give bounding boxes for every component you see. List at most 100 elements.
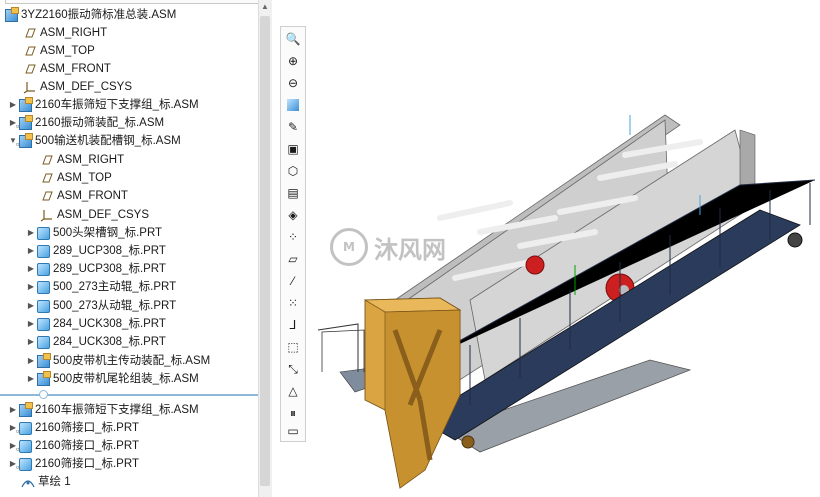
tree-item-screen-port-c[interactable]: ▶ ▫ 2160筛接口_标.PRT: [8, 455, 139, 473]
watermark-logo-icon: M: [330, 228, 368, 266]
spin-icon[interactable]: ⬚: [284, 338, 302, 356]
datum-plane-icon: [23, 26, 37, 40]
head-pulley: [461, 435, 475, 449]
tree-item-driven-roller[interactable]: ▶ 500_273从动辊_标.PRT: [26, 297, 176, 315]
tree-item-label: ASM_TOP: [57, 172, 112, 184]
zoom-in-icon[interactable]: ⊕: [284, 52, 302, 70]
insert-indicator-handle[interactable]: [39, 390, 48, 399]
tree-item-label: 500头架槽钢_标.PRT: [53, 227, 163, 239]
tree-item-asm-right[interactable]: ASM_RIGHT: [22, 24, 107, 42]
tree-item-screen-assembly[interactable]: ▶ ▫ 2160振动筛装配_标.ASM: [8, 114, 164, 132]
tree-item-asm-top[interactable]: ASM_TOP: [22, 42, 95, 60]
tree-item-label: ASM_DEF_CSYS: [57, 209, 150, 221]
tree-item-label: 2160筛接口_标.PRT: [35, 458, 139, 470]
tree-item-asm-def-csys[interactable]: ASM_DEF_CSYS: [22, 78, 132, 96]
triangle-icon[interactable]: △: [284, 382, 302, 400]
part-icon: ▫: [16, 439, 32, 454]
tree-item-support-group[interactable]: ▶ 2160车振筛短下支撑组_标.ASM: [8, 96, 199, 114]
tree-item-tail-wheel[interactable]: ▶ 500皮带机尾轮组装_标.ASM: [26, 370, 199, 388]
tree-item-label: 284_UCK308_标.PRT: [53, 318, 166, 330]
expand-arrow-icon[interactable]: ▶: [26, 242, 36, 260]
tree-item-asm-front-sub[interactable]: ASM_FRONT: [39, 187, 128, 205]
appearance-icon[interactable]: ⤡: [284, 360, 302, 378]
expand-arrow-icon[interactable]: ▶: [8, 96, 18, 114]
view-manager-icon[interactable]: ▤: [284, 184, 302, 202]
tree-item-screen-port-b[interactable]: ▶ ▫ 2160筛接口_标.PRT: [8, 437, 139, 455]
lock-icon: ▫: [16, 138, 20, 149]
tree-item-conveyor-assembly[interactable]: ▼ ▫ 500输送机装配槽钢_标.ASM: [8, 132, 181, 150]
tree-item-label: 500_273从动辊_标.PRT: [53, 300, 177, 312]
expand-arrow-icon[interactable]: ▶: [26, 315, 36, 333]
tree-item-screen-port-a[interactable]: ▶ ▫ 2160筛接口_标.PRT: [8, 419, 139, 437]
part-icon: [37, 244, 50, 258]
model-tree: 3YZ2160振动筛标准总装.ASM ASM_RIGHT ASM_TOP ASM…: [0, 0, 267, 497]
pause-icon[interactable]: ⏸: [284, 404, 302, 422]
axis-display-icon[interactable]: ▱: [284, 250, 302, 268]
datum-plane-icon: [23, 62, 37, 76]
tree-item-asm-right-sub[interactable]: ASM_RIGHT: [39, 151, 124, 169]
tree-item-drive-roller[interactable]: ▶ 500_273主动辊_标.PRT: [26, 278, 176, 296]
annotation-display-icon[interactable]: ⅃: [284, 316, 302, 334]
perspective-icon[interactable]: ◈: [284, 206, 302, 224]
zoom-fit-icon[interactable]: 🔍: [284, 30, 302, 48]
display-style-icon[interactable]: ▣: [284, 140, 302, 158]
csys-display-icon[interactable]: ⁙: [284, 294, 302, 312]
zoom-out-icon[interactable]: ⊖: [284, 74, 302, 92]
tree-item-ucp308-a[interactable]: ▶ 289_UCP308_标.PRT: [26, 242, 166, 260]
expand-arrow-icon[interactable]: ▶: [26, 278, 36, 296]
tree-item-label: ASM_RIGHT: [57, 154, 125, 166]
repaint-icon[interactable]: [284, 96, 302, 114]
expand-arrow-icon[interactable]: ▶: [26, 224, 36, 242]
tail-pulley: [787, 232, 803, 248]
part-icon: [37, 299, 50, 313]
tree-item-uck308-a[interactable]: ▶ 284_UCK308_标.PRT: [26, 315, 166, 333]
scroll-up-arrow-icon[interactable]: ▲: [258, 0, 272, 14]
tree-item-uck308-b[interactable]: ▶ 284_UCK308_标.PRT: [26, 333, 166, 351]
tree-item-head-frame[interactable]: ▶ 500头架槽钢_标.PRT: [26, 224, 162, 242]
lock-icon: ▫: [16, 461, 20, 472]
spin-center-icon[interactable]: ✎: [284, 118, 302, 136]
scrollbar-thumb[interactable]: [260, 16, 270, 486]
expand-arrow-icon[interactable]: ▶: [26, 370, 36, 388]
part-icon: [37, 335, 50, 349]
assembly-icon: [19, 401, 33, 417]
tree-item-label: ASM_DEF_CSYS: [40, 81, 133, 93]
datum-plane-icon: [23, 44, 37, 58]
tree-item-label: 3YZ2160振动筛标准总装.ASM: [21, 9, 177, 21]
tree-item-ucp308-b[interactable]: ▶ 289_UCP308_标.PRT: [26, 260, 166, 278]
point-display-icon[interactable]: ⁄: [284, 272, 302, 290]
exciter-wheel-rear: [525, 255, 545, 275]
expand-arrow-icon[interactable]: ▶: [8, 401, 18, 419]
saved-views-icon[interactable]: ⬡: [284, 162, 302, 180]
expand-arrow-icon[interactable]: ▶: [26, 297, 36, 315]
tree-item-asm-top-sub[interactable]: ASM_TOP: [39, 169, 112, 187]
tree-item-label: 草绘 1: [38, 476, 71, 488]
eraser-icon[interactable]: ▭: [284, 422, 302, 440]
tree-item-label: 284_UCK308_标.PRT: [53, 336, 166, 348]
part-icon: [37, 280, 50, 294]
tree-item-sketch[interactable]: 草绘 1: [20, 473, 71, 491]
tree-item-support-group-2[interactable]: ▶ 2160车振筛短下支撑组_标.ASM: [8, 401, 199, 419]
watermark: M 沐风网: [330, 228, 446, 266]
tree-item-label: ASM_TOP: [40, 45, 95, 57]
tree-item-label: 500_273主动辊_标.PRT: [53, 281, 177, 293]
csys-icon: [23, 80, 37, 94]
tree-item-asm-def-csys-sub[interactable]: ASM_DEF_CSYS: [39, 206, 149, 224]
tree-item-label: ASM_FRONT: [57, 190, 128, 202]
assembly-icon: [37, 352, 51, 368]
tree-item-label: 2160振动筛装配_标.ASM: [35, 117, 165, 129]
tree-item-main-drive[interactable]: ▶ 500皮带机主传动装配_标.ASM: [26, 352, 210, 370]
expand-arrow-icon[interactable]: ▶: [26, 260, 36, 278]
tree-item-label: 2160车振筛短下支撑组_标.ASM: [35, 99, 199, 111]
tree-item-asm-front[interactable]: ASM_FRONT: [22, 60, 111, 78]
csys-icon: [40, 208, 54, 222]
expand-arrow-icon[interactable]: ▶: [26, 333, 36, 351]
tree-item-root-assembly[interactable]: 3YZ2160振动筛标准总装.ASM: [4, 6, 176, 24]
expand-arrow-icon[interactable]: ▶: [26, 352, 36, 370]
tree-item-label: ASM_FRONT: [40, 63, 111, 75]
tree-item-label: 289_UCP308_标.PRT: [53, 245, 166, 257]
plane-display-icon[interactable]: ⁘: [284, 228, 302, 246]
tree-item-label: 2160筛接口_标.PRT: [35, 422, 139, 434]
tree-item-label: 2160筛接口_标.PRT: [35, 440, 139, 452]
datum-plane-icon: [40, 171, 54, 185]
